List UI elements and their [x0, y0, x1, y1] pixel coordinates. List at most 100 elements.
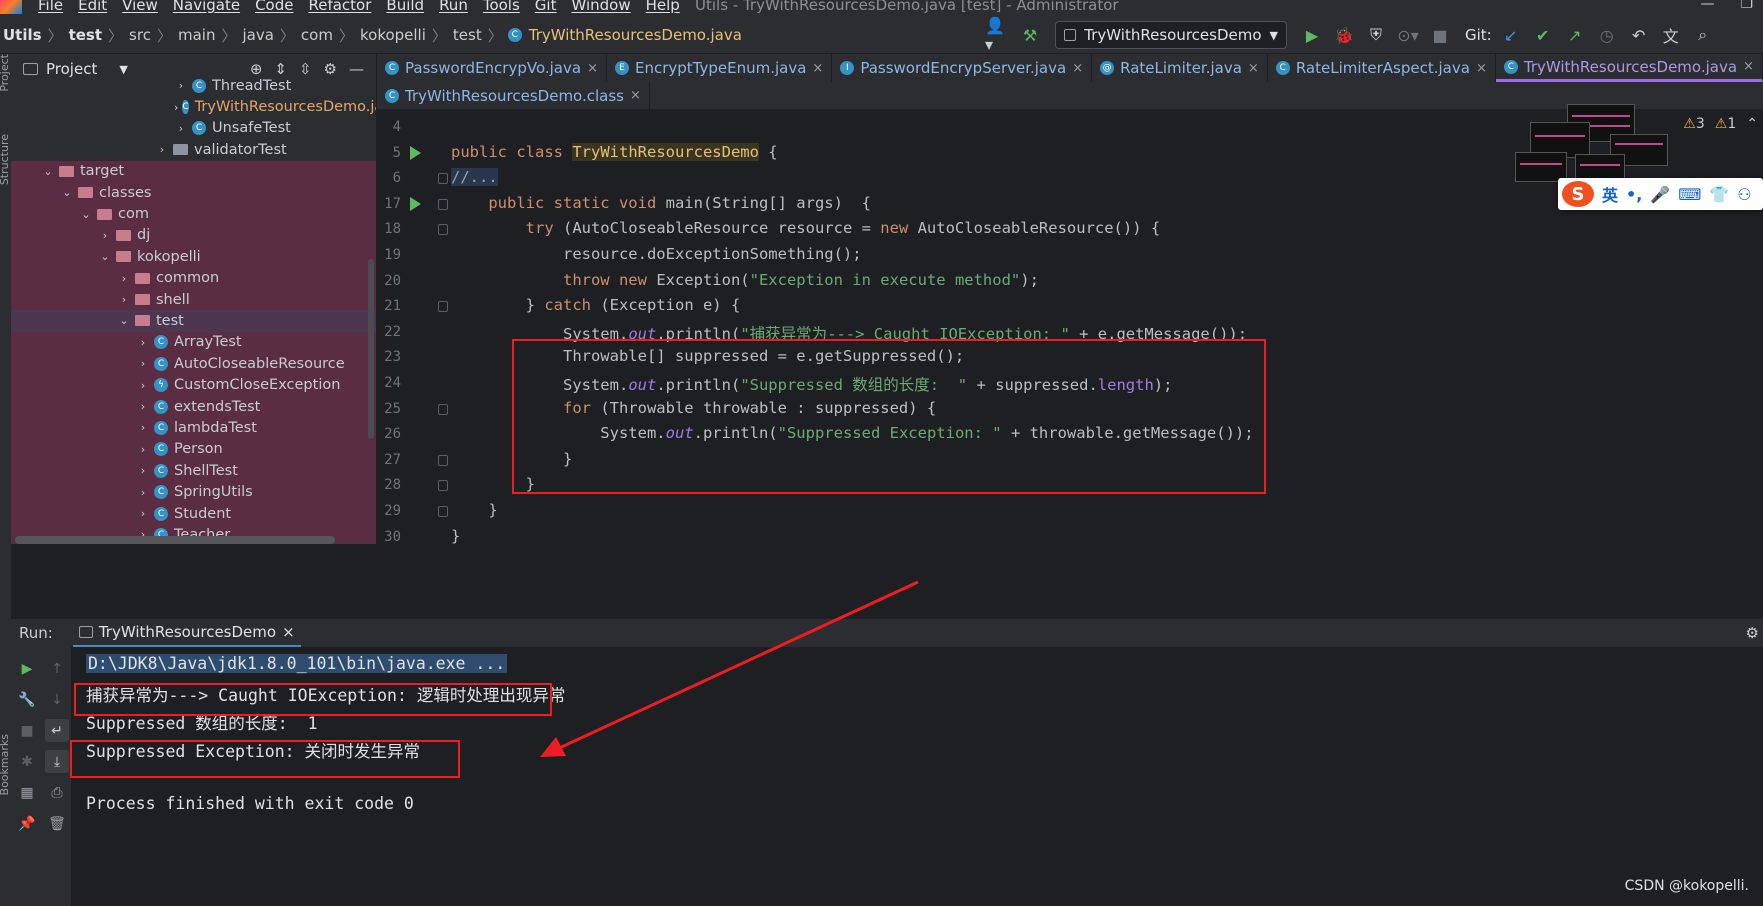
print-icon[interactable]: ⎙: [45, 781, 69, 804]
soft-wrap-icon[interactable]: ↵: [45, 719, 69, 742]
menu-run[interactable]: Run: [439, 0, 468, 14]
chevron-right-icon[interactable]: ›: [136, 400, 150, 413]
breadcrumb-item[interactable]: src: [126, 26, 154, 44]
chevron-right-icon[interactable]: ›: [98, 229, 112, 242]
fold-marker-icon[interactable]: [438, 198, 448, 210]
chevron-right-icon[interactable]: ›: [136, 379, 150, 392]
tree-item[interactable]: › C Person: [11, 438, 376, 461]
editor-tab[interactable]: I PasswordEncrypServer.java ×: [832, 54, 1093, 82]
close-icon[interactable]: ×: [630, 88, 641, 103]
menu-tools[interactable]: Tools: [483, 0, 520, 14]
tree-item[interactable]: › ClambdaTest: [11, 417, 376, 439]
rerun-icon[interactable]: ▶: [15, 657, 39, 680]
tree-item[interactable]: › C Student: [11, 502, 376, 525]
chevron-down-icon[interactable]: ⌄: [60, 186, 74, 199]
fold-marker-icon[interactable]: [438, 403, 448, 415]
breadcrumb-item[interactable]: java: [239, 26, 276, 44]
tree-item[interactable]: › C AutoCloseableResource: [11, 353, 376, 375]
chevron-right-icon[interactable]: ›: [174, 79, 188, 92]
menu-navigate[interactable]: Navigate: [173, 0, 240, 14]
chevron-right-icon[interactable]: ›: [174, 101, 178, 114]
chevron-right-icon[interactable]: ›: [136, 507, 150, 520]
menu-window[interactable]: Window: [571, 0, 630, 14]
editor-tab[interactable]: @ RateLimiter.java ×: [1092, 54, 1268, 82]
close-icon[interactable]: ×: [1072, 61, 1083, 76]
user-icon[interactable]: 👤▾: [985, 16, 1011, 54]
menu-file[interactable]: File: [38, 0, 63, 14]
git-update-icon[interactable]: ↙: [1498, 22, 1524, 48]
bookmarks-tool-window-label[interactable]: Bookmarks: [0, 734, 11, 795]
chevron-right-icon[interactable]: ›: [155, 143, 169, 156]
chevron-down-icon[interactable]: ⌄: [79, 208, 93, 221]
editor-tab[interactable]: C RateLimiterAspect.java ×: [1268, 54, 1496, 82]
chevron-down-icon[interactable]: ⌄: [117, 314, 131, 327]
tree-item[interactable]: › ϟ CustomCloseException: [11, 374, 376, 396]
minimize-icon[interactable]: —: [1700, 0, 1714, 12]
menu-help[interactable]: Help: [646, 0, 680, 14]
chevron-down-icon[interactable]: ⌄: [98, 250, 112, 263]
fold-marker-icon[interactable]: [438, 173, 448, 185]
tree-item[interactable]: › shell: [11, 288, 376, 311]
breadcrumb-item[interactable]: test: [66, 26, 105, 44]
close-icon[interactable]: ×: [1743, 59, 1754, 74]
input-method-toolbar[interactable]: S 英 •, 🎤 ⌨ 👕 ⚇: [1558, 178, 1763, 210]
tree-item[interactable]: › C ThreadTest: [11, 75, 376, 96]
git-commit-icon[interactable]: ✔: [1530, 22, 1556, 48]
chevron-right-icon[interactable]: ›: [136, 357, 150, 370]
tree-item[interactable]: › common: [11, 267, 376, 289]
close-icon[interactable]: ×: [282, 623, 295, 641]
chevron-down-icon[interactable]: ⌄: [41, 165, 55, 178]
scroll-up-icon[interactable]: ↑: [45, 657, 69, 680]
chevron-right-icon[interactable]: ›: [136, 464, 150, 477]
ime-language-toggle[interactable]: 英: [1602, 182, 1618, 206]
trash-icon[interactable]: 🗑: [45, 812, 69, 835]
stop-icon[interactable]: ■: [15, 719, 39, 742]
menu-git[interactable]: Git: [535, 0, 557, 14]
chevron-down-icon[interactable]: ▼: [119, 63, 127, 76]
tree-item[interactable]: › C UnsafeTest: [11, 118, 376, 139]
punctuation-icon[interactable]: •,: [1626, 185, 1642, 204]
fold-marker-icon[interactable]: [438, 480, 448, 492]
skin-icon[interactable]: 👕: [1709, 185, 1729, 204]
restore-icon[interactable]: ❐: [1740, 0, 1753, 12]
close-icon[interactable]: ×: [1476, 61, 1487, 76]
tree-item[interactable]: › C ArrayTest: [11, 331, 376, 354]
wrench-icon[interactable]: 🔧: [15, 688, 39, 711]
fold-marker-icon[interactable]: [438, 506, 448, 517]
layout-icon[interactable]: ▦: [15, 781, 39, 804]
menu-view[interactable]: View: [122, 0, 158, 14]
menu-refactor[interactable]: Refactor: [308, 0, 371, 14]
fold-marker-icon[interactable]: [438, 301, 448, 313]
project-tree-scrollbar-vertical[interactable]: [368, 259, 374, 439]
debug-icon[interactable]: 🐞: [1331, 22, 1357, 48]
gear-icon[interactable]: ⚙: [1746, 624, 1763, 642]
pin-icon[interactable]: 📌: [15, 812, 39, 835]
close-icon[interactable]: ×: [1248, 61, 1259, 76]
gutter-run-icon[interactable]: [410, 196, 421, 211]
close-icon[interactable]: ×: [812, 61, 823, 76]
run-configuration-selector[interactable]: TryWithResourcesDemo ▼: [1055, 21, 1287, 49]
chevron-right-icon[interactable]: ›: [136, 486, 150, 499]
breadcrumb-item[interactable]: kokopelli: [357, 26, 429, 44]
chevron-right-icon[interactable]: ›: [136, 443, 150, 456]
git-rollback-icon[interactable]: ↶: [1626, 22, 1652, 48]
microphone-icon[interactable]: 🎤: [1650, 185, 1670, 204]
fold-marker-icon[interactable]: [438, 454, 448, 466]
tree-item[interactable]: › C ShellTest: [11, 460, 376, 482]
tree-item[interactable]: ⌄ target: [11, 160, 376, 182]
run-tab[interactable]: TryWithResourcesDemo ×: [72, 619, 301, 647]
project-tree-scrollbar-horizontal[interactable]: [15, 536, 335, 544]
git-history-icon[interactable]: ◷: [1594, 22, 1620, 48]
breadcrumb-item[interactable]: main: [175, 26, 218, 44]
tree-item[interactable]: ⌄ com: [11, 203, 376, 225]
chevron-right-icon[interactable]: ›: [174, 122, 188, 135]
search-icon[interactable]: ⌕: [1690, 22, 1716, 48]
tree-item[interactable]: ⌄ test: [11, 310, 376, 332]
chevron-right-icon[interactable]: ›: [117, 293, 131, 306]
close-icon[interactable]: ×: [587, 61, 598, 76]
breadcrumb-item[interactable]: com: [298, 26, 336, 44]
keyboard-icon[interactable]: ⌨: [1678, 185, 1701, 204]
profile-icon[interactable]: ⊙▾: [1395, 22, 1421, 48]
editor-tab[interactable]: E EncryptTypeEnum.java ×: [607, 54, 833, 82]
translate-icon[interactable]: 文: [1658, 22, 1684, 48]
